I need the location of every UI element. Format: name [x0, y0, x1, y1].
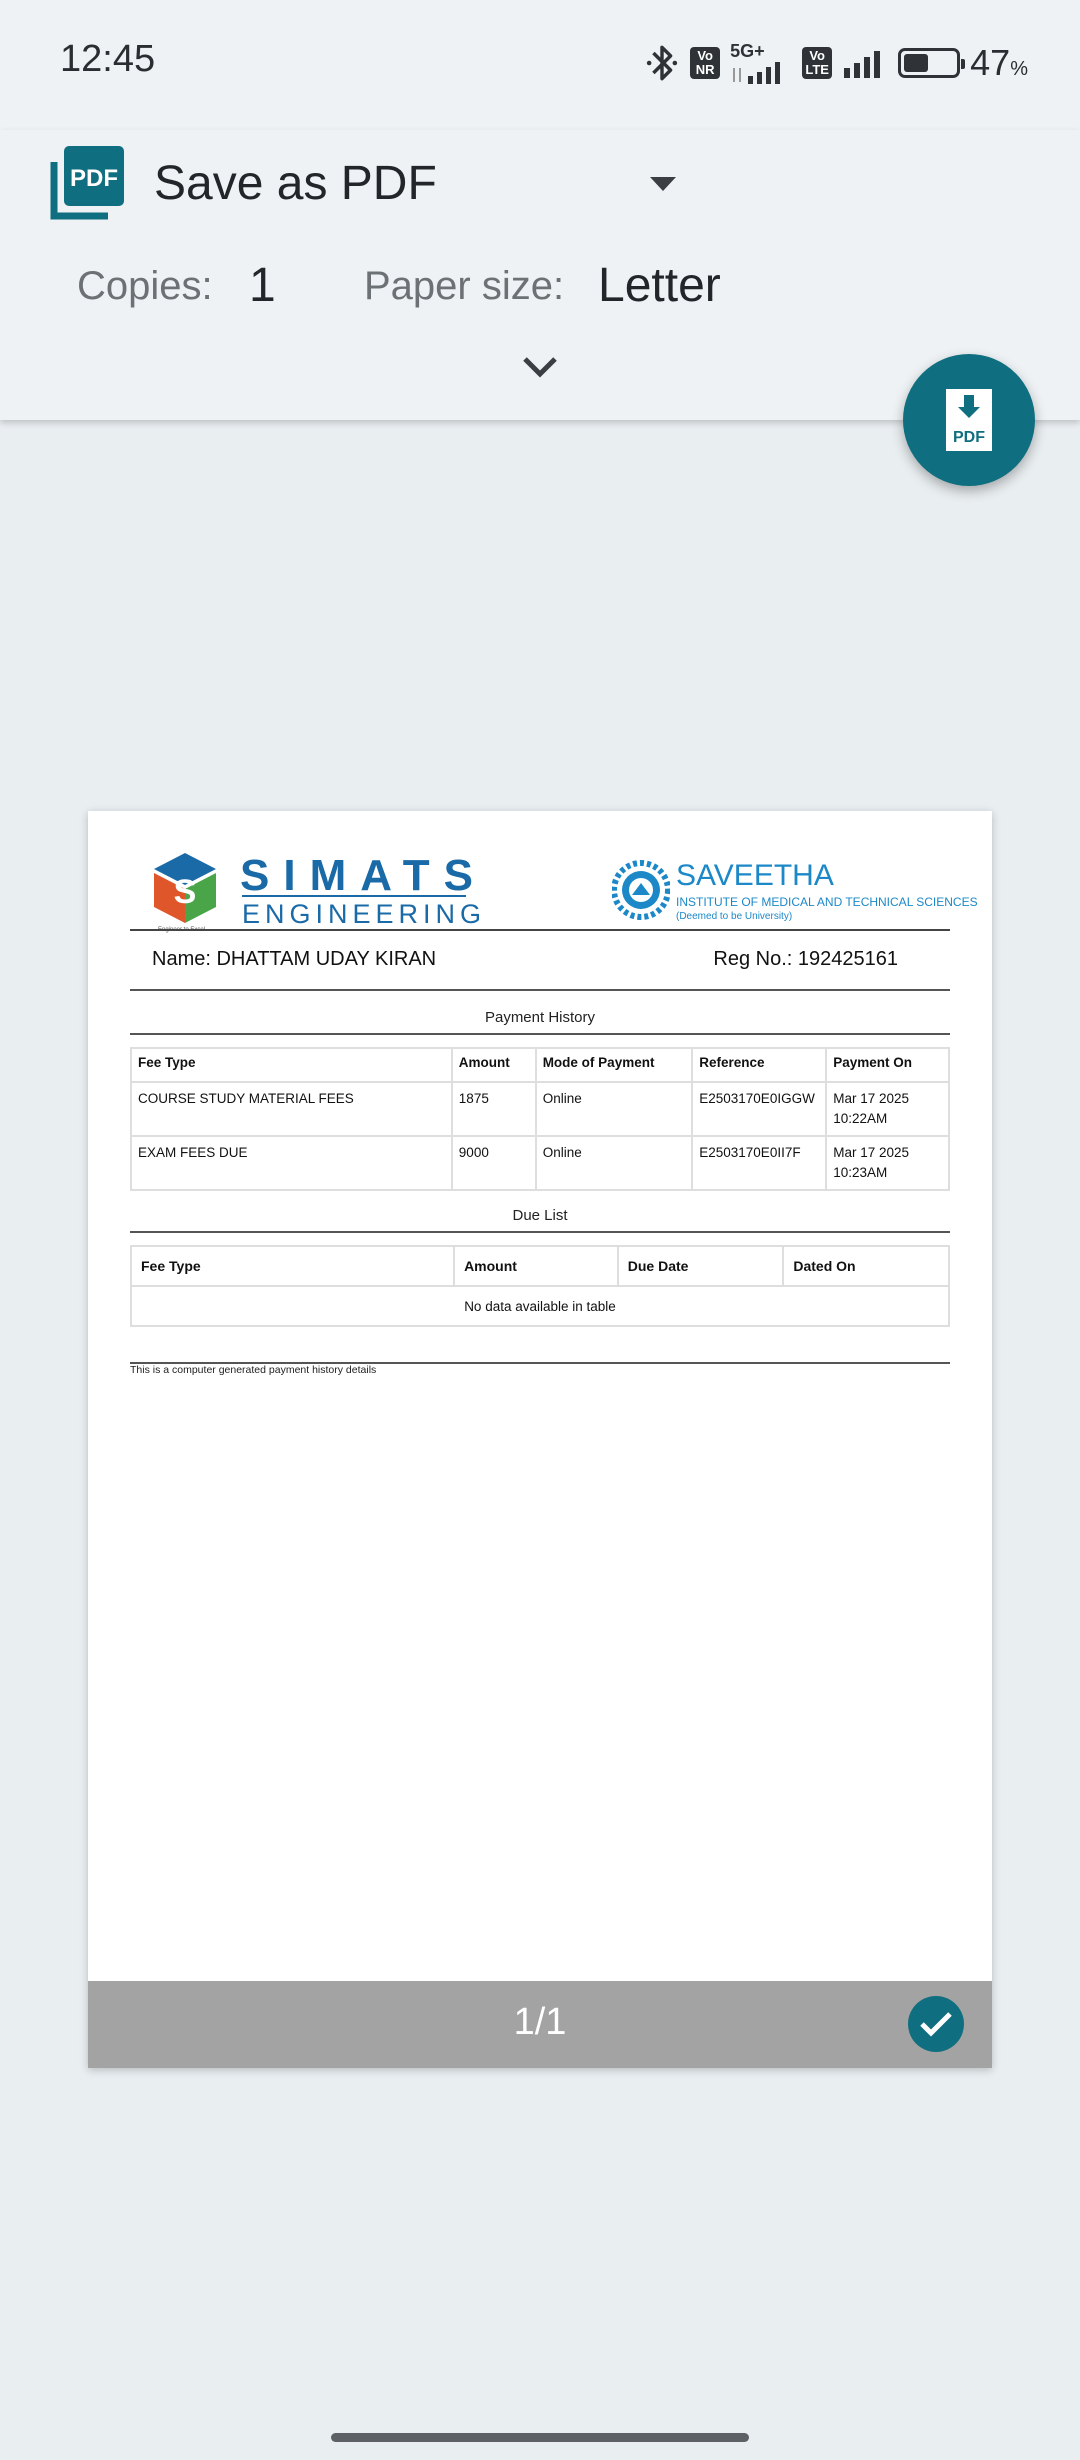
home-indicator[interactable]	[331, 2433, 749, 2442]
page-bar: 1/1	[88, 1981, 992, 2068]
network-type-label: 5G+	[730, 41, 765, 61]
copies-value[interactable]: 1	[249, 258, 276, 313]
battery-fill	[904, 54, 928, 72]
table-row: No data available in table	[130, 1285, 950, 1327]
table-cell: Mar 17 2025 10:23AM	[825, 1135, 950, 1191]
battery-percent: 47%	[970, 42, 1028, 83]
header-divider	[130, 929, 950, 931]
chevron-down-icon[interactable]	[519, 352, 561, 382]
table-header-row: Fee Type Amount Mode of Payment Referenc…	[130, 1047, 950, 1083]
table-row: EXAM FEES DUE 9000 Online E2503170E0II7F…	[130, 1135, 950, 1191]
pdf-file-icon: PDF	[50, 144, 126, 220]
download-pdf-button[interactable]: PDF	[903, 354, 1035, 486]
status-time: 12:45	[60, 38, 156, 80]
registration-number: Reg No.: 192425161	[713, 948, 898, 970]
table-cell: E2503170E0II7F	[691, 1135, 828, 1191]
column-header: Mode of Payment	[534, 1047, 694, 1083]
saveetha-deemed-text: (Deemed to be University)	[676, 911, 793, 922]
column-header: Amount	[453, 1245, 619, 1287]
svg-text:PDF: PDF	[953, 429, 985, 446]
table-cell: Online	[534, 1081, 694, 1137]
table-cell: E2503170E0IGGW	[691, 1081, 828, 1137]
table-cell: 1875	[450, 1081, 537, 1137]
saveetha-subtitle: INSTITUTE OF MEDICAL AND TECHNICAL SCIEN…	[676, 895, 978, 909]
column-header: Reference	[691, 1047, 828, 1083]
saveetha-logo: SAVEETHA INSTITUTE OF MEDICAL AND TECHNI…	[612, 859, 978, 925]
download-pdf-icon: PDF	[946, 389, 992, 451]
table-cell: EXAM FEES DUE	[130, 1135, 453, 1191]
payment-history-title: Payment History	[484, 1009, 596, 1026]
copies-label: Copies:	[77, 264, 213, 308]
signal-bars-icon	[733, 62, 781, 84]
paper-size-value[interactable]: Letter	[598, 258, 721, 313]
column-header: Fee Type	[129, 1245, 456, 1287]
column-header: Payment On	[825, 1047, 950, 1083]
signal-bars-icon	[844, 51, 881, 78]
paper-size-label: Paper size:	[364, 264, 565, 308]
signal-5g: 5G+	[730, 42, 792, 84]
svg-text:PDF: PDF	[70, 165, 118, 192]
due-list-table: Fee Type Amount Due Date Dated On No dat…	[129, 1245, 950, 1327]
due-list-title: Due List	[512, 1207, 568, 1224]
column-header: Fee Type	[130, 1047, 453, 1083]
dropdown-arrow-icon[interactable]	[648, 174, 678, 194]
payment-history-divider	[130, 1033, 950, 1035]
volte-badge: Vo LTE	[802, 47, 833, 79]
simats-wordmark: SIMATS	[240, 851, 487, 900]
simats-logo: S SIMATS ENGINEERING Engineer to Excel	[150, 851, 481, 933]
table-cell: 9000	[450, 1135, 537, 1191]
payment-history-table: Fee Type Amount Mode of Payment Referenc…	[130, 1047, 950, 1191]
status-icons: Vo NR 5G+ Vo LTE 47%	[644, 40, 1028, 86]
due-list-divider	[130, 1231, 950, 1233]
saveetha-wordmark: SAVEETHA	[676, 859, 834, 892]
page-counter: 1/1	[513, 2001, 567, 2043]
page-select-checkbox[interactable]	[908, 1996, 964, 2052]
column-header: Due Date	[616, 1245, 785, 1287]
battery-icon	[898, 48, 966, 78]
table-row: COURSE STUDY MATERIAL FEES 1875 Online E…	[130, 1081, 950, 1137]
column-header: Dated On	[782, 1245, 950, 1287]
page-preview[interactable]: S SIMATS ENGINEERING Engineer to Excel S…	[88, 811, 992, 2068]
table-header-row: Fee Type Amount Due Date Dated On	[129, 1245, 950, 1287]
vonr-badge: Vo NR	[690, 47, 721, 79]
logo-underline	[242, 895, 466, 897]
student-name: Name: DHATTAM UDAY KIRAN	[152, 948, 437, 970]
bluetooth-icon	[647, 45, 678, 81]
footer-note: This is a computer generated payment his…	[130, 1364, 377, 1376]
saveetha-seal-icon	[612, 860, 670, 920]
table-cell: Online	[534, 1135, 694, 1191]
checkmark-icon	[920, 2012, 952, 2037]
printer-destination-select[interactable]: Save as PDF	[154, 156, 437, 211]
svg-text:S: S	[174, 873, 197, 911]
empty-table-message: No data available in table	[130, 1285, 950, 1327]
name-divider	[130, 989, 950, 991]
table-cell: COURSE STUDY MATERIAL FEES	[130, 1081, 453, 1137]
engineering-wordmark: ENGINEERING	[242, 899, 487, 929]
table-cell: Mar 17 2025 10:22AM	[825, 1081, 950, 1137]
simats-emblem-icon: S	[154, 853, 216, 923]
status-bar: 12:45 Vo NR 5G+ Vo LTE 47%	[0, 0, 1080, 130]
column-header: Amount	[450, 1047, 537, 1083]
